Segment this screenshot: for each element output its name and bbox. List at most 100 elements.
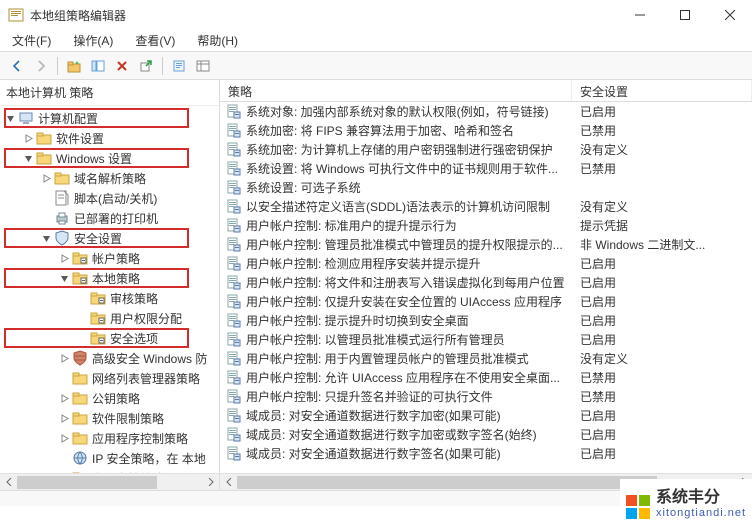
policy-row[interactable]: 系统设置: 将 Windows 可执行文件中的证书规则用于软件...已禁用 bbox=[220, 159, 752, 178]
twisty-icon[interactable] bbox=[58, 432, 70, 444]
menu-help[interactable]: 帮助(H) bbox=[191, 30, 244, 51]
forward-button[interactable] bbox=[30, 55, 52, 77]
toolbar-separator bbox=[57, 57, 58, 75]
twisty-icon[interactable] bbox=[40, 232, 52, 244]
tree-node-name-resolution[interactable]: 域名解析策略 bbox=[0, 168, 219, 188]
twisty-icon[interactable] bbox=[22, 132, 34, 144]
tree-node-account-policies[interactable]: 帐户策略 bbox=[0, 248, 219, 268]
properties-button[interactable] bbox=[168, 55, 190, 77]
up-folder-button[interactable] bbox=[63, 55, 85, 77]
policy-row[interactable]: 用户帐户控制: 以管理员批准模式运行所有管理员已启用 bbox=[220, 330, 752, 349]
twisty-icon[interactable] bbox=[40, 172, 52, 184]
back-button[interactable] bbox=[6, 55, 28, 77]
tree-node-windows-settings[interactable]: Windows 设置 bbox=[0, 148, 219, 168]
policy-row[interactable]: 域成员: 对安全通道数据进行数字加密或数字签名(始终)已启用 bbox=[220, 425, 752, 444]
export-button[interactable] bbox=[135, 55, 157, 77]
tree-header[interactable]: 本地计算机 策略 bbox=[0, 80, 219, 106]
tree-node-label: 高级安全 Windows 防 bbox=[92, 350, 207, 367]
tree-node-ipsec[interactable]: IP 安全策略，在 本地 bbox=[0, 448, 219, 468]
policy-row[interactable]: 系统设置: 可选子系统 bbox=[220, 178, 752, 197]
policy-setting: 已启用 bbox=[572, 293, 752, 310]
delete-button[interactable] bbox=[111, 55, 133, 77]
twisty-icon[interactable] bbox=[4, 112, 16, 124]
filter-button[interactable] bbox=[192, 55, 214, 77]
policy-name: 用户帐户控制: 只提升签名并验证的可执行文件 bbox=[246, 388, 572, 405]
tree-h-scrollbar[interactable] bbox=[0, 473, 219, 490]
show-hide-tree-button[interactable] bbox=[87, 55, 109, 77]
printer-icon bbox=[54, 210, 70, 226]
tree-node-label: 软件限制策略 bbox=[92, 410, 164, 427]
tree-node-label: 域名解析策略 bbox=[74, 170, 146, 187]
scroll-right-button[interactable] bbox=[202, 474, 219, 491]
tree-node-software-restriction[interactable]: 软件限制策略 bbox=[0, 408, 219, 428]
titlebar: 本地组策略编辑器 bbox=[0, 0, 752, 30]
policy-row[interactable]: 用户帐户控制: 只提升签名并验证的可执行文件已禁用 bbox=[220, 387, 752, 406]
twisty-icon bbox=[40, 212, 52, 224]
twisty-icon bbox=[58, 372, 70, 384]
policy-row[interactable]: 用户帐户控制: 标准用户的提升提示行为提示凭据 bbox=[220, 216, 752, 235]
policy-row[interactable]: 用户帐户控制: 仅提升安装在安全位置的 UIAccess 应用程序已启用 bbox=[220, 292, 752, 311]
tree-node-label: 用户权限分配 bbox=[110, 310, 182, 327]
twisty-icon[interactable] bbox=[58, 392, 70, 404]
policy-name: 系统对象: 加强内部系统对象的默认权限(例如，符号链接) bbox=[246, 103, 572, 120]
policy-row[interactable]: 用户帐户控制: 提示提升时切换到安全桌面已启用 bbox=[220, 311, 752, 330]
policy-setting: 非 Windows 二进制文... bbox=[572, 236, 752, 253]
tree-node-security-options[interactable]: 安全选项 bbox=[0, 328, 219, 348]
menu-action[interactable]: 操作(A) bbox=[67, 30, 119, 51]
policy-row[interactable]: 系统对象: 加强内部系统对象的默认权限(例如，符号链接)已启用 bbox=[220, 102, 752, 121]
policy-row[interactable]: 域成员: 对安全通道数据进行数字签名(如果可能)已启用 bbox=[220, 444, 752, 463]
policy-row[interactable]: 用户帐户控制: 允许 UIAccess 应用程序在不使用安全桌面...已禁用 bbox=[220, 368, 752, 387]
list-header: 策略 安全设置 bbox=[220, 80, 752, 102]
scroll-left-button[interactable] bbox=[0, 474, 17, 491]
maximize-button[interactable] bbox=[662, 0, 707, 30]
policy-row[interactable]: 用户帐户控制: 检测应用程序安装并提示提升已启用 bbox=[220, 254, 752, 273]
tree-node-public-key[interactable]: 公钥策略 bbox=[0, 388, 219, 408]
scroll-thumb[interactable] bbox=[237, 476, 657, 489]
policy-row[interactable]: 用户帐户控制: 管理员批准模式中管理员的提升权限提示的...非 Windows … bbox=[220, 235, 752, 254]
tree-node-audit-policy[interactable]: 审核策略 bbox=[0, 288, 219, 308]
policy-setting: 没有定义 bbox=[572, 141, 752, 158]
tree-node-security-settings[interactable]: 安全设置 bbox=[0, 228, 219, 248]
scroll-track[interactable] bbox=[17, 474, 202, 491]
menu-file[interactable]: 文件(F) bbox=[6, 30, 57, 51]
tree-node-nlm-policies[interactable]: 网络列表管理器策略 bbox=[0, 368, 219, 388]
policy-row[interactable]: 以安全描述符定义语言(SDDL)语法表示的计算机访问限制没有定义 bbox=[220, 197, 752, 216]
policy-row[interactable]: 用户帐户控制: 将文件和注册表写入错误虚拟化到每用户位置已启用 bbox=[220, 273, 752, 292]
tree-pane: 本地计算机 策略 计算机配置软件设置Windows 设置域名解析策略脚本(启动/… bbox=[0, 80, 220, 490]
policy-row[interactable]: 系统加密: 将 FIPS 兼容算法用于加密、哈希和签名已禁用 bbox=[220, 121, 752, 140]
twisty-icon[interactable] bbox=[58, 412, 70, 424]
twisty-icon[interactable] bbox=[58, 252, 70, 264]
close-button[interactable] bbox=[707, 0, 752, 30]
column-security-setting[interactable]: 安全设置 bbox=[572, 80, 752, 101]
twisty-icon[interactable] bbox=[58, 352, 70, 364]
app-icon bbox=[8, 7, 24, 23]
column-policy[interactable]: 策略 bbox=[220, 80, 572, 101]
twisty-icon[interactable] bbox=[58, 272, 70, 284]
menu-view[interactable]: 查看(V) bbox=[129, 30, 181, 51]
scroll-left-button[interactable] bbox=[220, 474, 237, 491]
policy-name: 系统加密: 将 FIPS 兼容算法用于加密、哈希和签名 bbox=[246, 122, 572, 139]
tree-node-deployed-printers[interactable]: 已部署的打印机 bbox=[0, 208, 219, 228]
tree-node-local-policies[interactable]: 本地策略 bbox=[0, 268, 219, 288]
policy-name: 用户帐户控制: 用于内置管理员帐户的管理员批准模式 bbox=[246, 350, 572, 367]
policy-row[interactable]: 域成员: 对安全通道数据进行数字加密(如果可能)已启用 bbox=[220, 406, 752, 425]
policy-row[interactable]: 系统加密: 为计算机上存储的用户密钥强制进行强密钥保护没有定义 bbox=[220, 140, 752, 159]
window-controls bbox=[617, 0, 752, 30]
tree-node-startup-shutdown[interactable]: 脚本(启动/关机) bbox=[0, 188, 219, 208]
policy-icon bbox=[226, 142, 242, 158]
scroll-thumb[interactable] bbox=[17, 476, 157, 489]
tree-node-root-computer-config[interactable]: 计算机配置 bbox=[0, 108, 219, 128]
policy-setting: 已启用 bbox=[572, 445, 752, 462]
policy-name: 域成员: 对安全通道数据进行数字加密(如果可能) bbox=[246, 407, 572, 424]
tree-node-adv-security[interactable]: 高级安全 Windows 防 bbox=[0, 348, 219, 368]
policy-name: 用户帐户控制: 以管理员批准模式运行所有管理员 bbox=[246, 331, 572, 348]
tree-node-app-control[interactable]: 应用程序控制策略 bbox=[0, 428, 219, 448]
tree-node-user-rights[interactable]: 用户权限分配 bbox=[0, 308, 219, 328]
minimize-button[interactable] bbox=[617, 0, 662, 30]
policy-row[interactable]: 用户帐户控制: 用于内置管理员帐户的管理员批准模式没有定义 bbox=[220, 349, 752, 368]
policy-icon bbox=[226, 275, 242, 291]
tree-node-software-settings[interactable]: 软件设置 bbox=[0, 128, 219, 148]
twisty-icon[interactable] bbox=[22, 152, 34, 164]
script-icon bbox=[54, 190, 70, 206]
folder-icon bbox=[72, 370, 88, 386]
